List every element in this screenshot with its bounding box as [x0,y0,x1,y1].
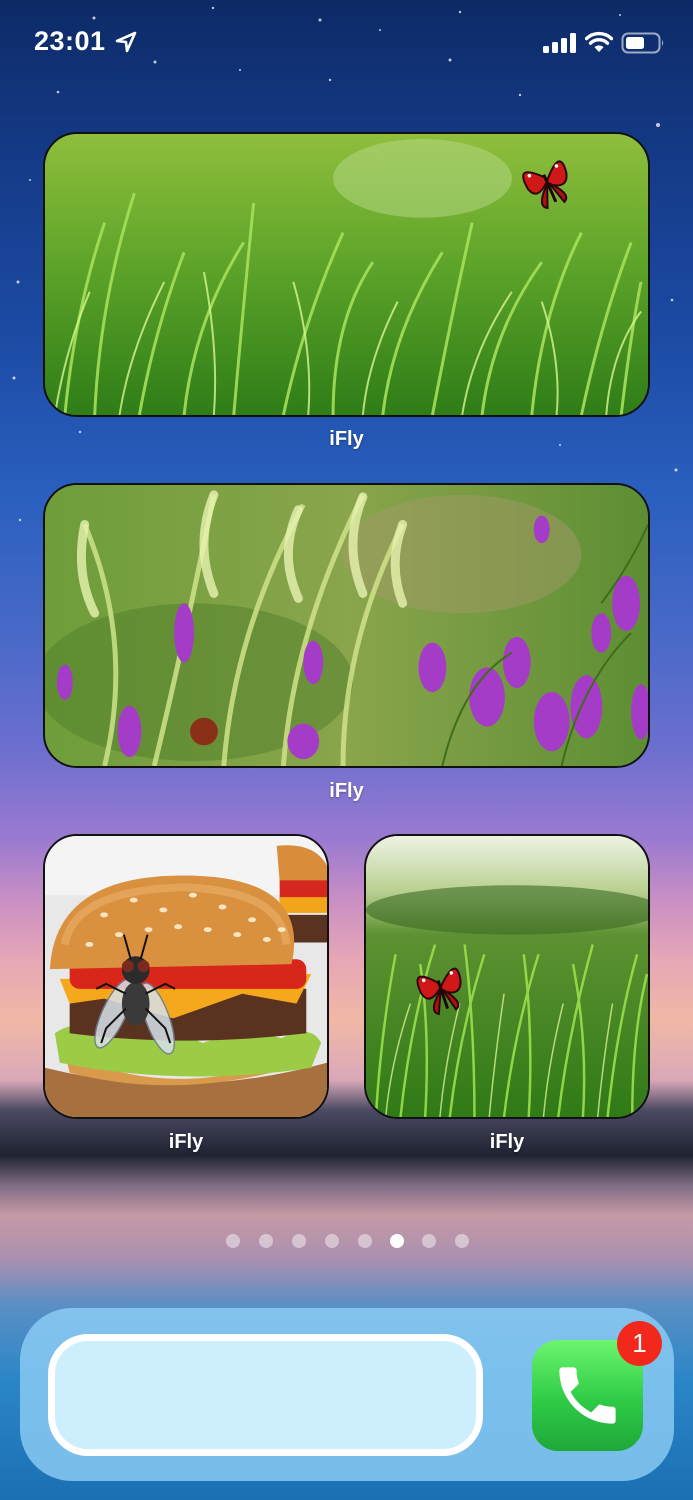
page-dot-active[interactable] [390,1234,404,1248]
grass-image [366,836,648,1117]
widget-label: iFly [489,1131,525,1153]
page-dot[interactable] [259,1234,273,1248]
status-time: 23:01 [34,26,106,56]
grass-image [45,134,648,415]
ifly-widget-grass-butterfly-small[interactable] [364,834,650,1119]
ifly-widget-wildflowers[interactable] [43,483,650,768]
status-bar: 23:01 [0,0,693,86]
page-indicator[interactable] [0,1234,693,1254]
page-dot[interactable] [422,1234,436,1248]
wildflowers-image [45,485,648,766]
page-dot[interactable] [455,1234,469,1248]
page-dot[interactable] [292,1234,306,1248]
notification-badge: 1 [617,1321,662,1366]
battery-icon [621,32,664,54]
cellular-signal-icon [543,33,576,53]
page-dot[interactable] [358,1234,372,1248]
widget-label: iFly [329,428,364,450]
ifly-widget-burger-fly[interactable] [43,834,329,1119]
location-arrow-icon [115,31,137,53]
widget-label: iFly [329,780,364,802]
phone-icon [559,1367,616,1424]
page-dot[interactable] [325,1234,339,1248]
dock-widget-field[interactable] [48,1334,483,1456]
ifly-widget-grass-butterfly[interactable] [43,132,650,417]
burger-image [45,836,327,1117]
wifi-icon [585,31,613,52]
page-dot[interactable] [226,1234,240,1248]
widget-label: iFly [168,1131,204,1153]
